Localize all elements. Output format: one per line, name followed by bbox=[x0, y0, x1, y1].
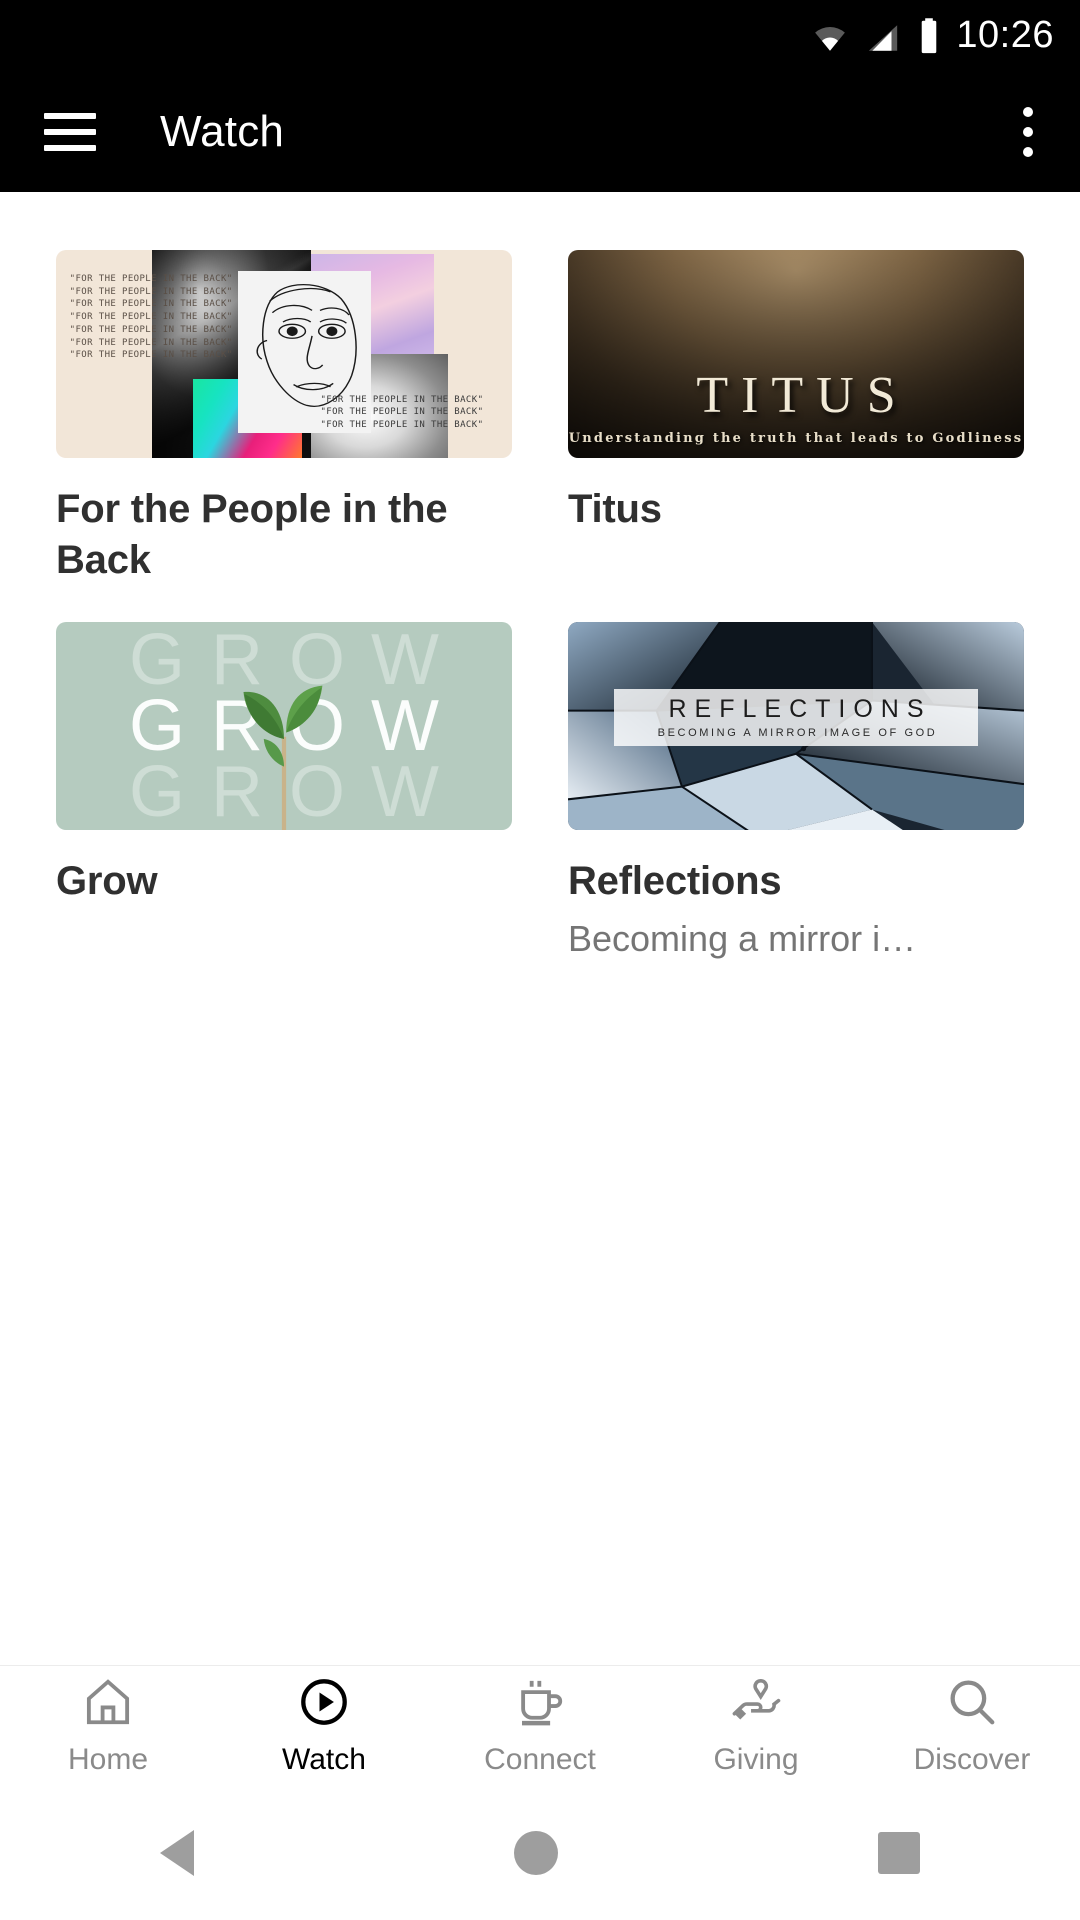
home-icon bbox=[86, 1678, 130, 1724]
app-bar: Watch bbox=[0, 72, 1080, 192]
series-thumbnail: GROW GROW GROW bbox=[56, 622, 512, 831]
more-vertical-icon[interactable] bbox=[1006, 102, 1050, 162]
series-card-subtitle: Becoming a mirror i… bbox=[568, 917, 917, 959]
series-card-titus[interactable]: TITUS Understanding the truth that leads… bbox=[568, 250, 1024, 586]
battery-icon bbox=[922, 18, 937, 54]
nav-item-giving[interactable]: Giving bbox=[648, 1675, 864, 1777]
series-thumbnail: "FOR THE PEOPLE IN THE BACK" "FOR THE PE… bbox=[56, 250, 512, 458]
wifi-icon bbox=[815, 27, 846, 51]
series-grid-row-1: "FOR THE PEOPLE IN THE BACK" "FOR THE PE… bbox=[56, 250, 1024, 586]
bottom-navigation-bar: Home Watch Connect Giving Discover bbox=[0, 1665, 1080, 1785]
nav-label-home: Home bbox=[67, 1742, 149, 1776]
series-thumbnail: TITUS Understanding the truth that leads… bbox=[568, 250, 1024, 458]
series-card-title: Grow bbox=[56, 859, 158, 904]
series-list: "FOR THE PEOPLE IN THE BACK" "FOR THE PE… bbox=[0, 192, 1080, 1665]
collage-text-right: "FOR THE PEOPLE IN THE BACK" "FOR THE PE… bbox=[320, 394, 484, 431]
titus-artwork-heading: TITUS bbox=[696, 367, 909, 424]
nav-item-home[interactable]: Home bbox=[0, 1675, 216, 1777]
nav-label-discover: Discover bbox=[913, 1742, 1031, 1776]
reflections-artwork-heading: REFLECTIONS bbox=[668, 694, 932, 723]
series-card-title: For the People in the Back bbox=[56, 487, 448, 583]
hand-heart-icon bbox=[732, 1678, 781, 1720]
series-grid-row-2: GROW GROW GROW Grow bbox=[56, 586, 1024, 959]
nav-label-connect: Connect bbox=[484, 1742, 596, 1776]
page-title: Watch bbox=[160, 107, 285, 156]
series-card-reflections[interactable]: REFLECTIONS BECOMING A MIRROR IMAGE OF G… bbox=[568, 622, 1024, 959]
series-card-for-the-people-in-the-back[interactable]: "FOR THE PEOPLE IN THE BACK" "FOR THE PE… bbox=[56, 250, 512, 586]
reflections-artwork-band: REFLECTIONS BECOMING A MIRROR IMAGE OF G… bbox=[613, 688, 979, 746]
cellular-signal-icon bbox=[869, 25, 898, 51]
series-card-title: Reflections bbox=[568, 859, 782, 904]
series-thumbnail: REFLECTIONS BECOMING A MIRROR IMAGE OF G… bbox=[568, 622, 1024, 831]
nav-item-connect[interactable]: Connect bbox=[432, 1675, 648, 1777]
coffee-cup-icon bbox=[521, 1680, 563, 1725]
collage-text-left: "FOR THE PEOPLE IN THE BACK" "FOR THE PE… bbox=[69, 273, 233, 361]
series-card-grow[interactable]: GROW GROW GROW Grow bbox=[56, 622, 512, 959]
status-clock: 10:26 bbox=[956, 14, 1054, 56]
search-icon bbox=[950, 1680, 995, 1724]
reflections-artwork-tagline: BECOMING A MIRROR IMAGE OF GOD bbox=[657, 726, 938, 739]
titus-artwork-tagline: Understanding the truth that leads to Go… bbox=[568, 431, 1024, 446]
nav-item-watch[interactable]: Watch bbox=[216, 1675, 432, 1777]
system-navigation-bar bbox=[0, 1785, 1080, 1920]
nav-item-discover[interactable]: Discover bbox=[864, 1675, 1080, 1777]
status-bar: 10:26 bbox=[0, 0, 1080, 72]
series-card-title: Titus bbox=[568, 487, 662, 531]
home-circle-icon[interactable] bbox=[514, 1830, 558, 1875]
play-circle-icon bbox=[301, 1678, 347, 1725]
hamburger-menu-icon[interactable] bbox=[44, 113, 96, 151]
plant-sprout-illustration bbox=[243, 685, 323, 831]
recents-square-icon[interactable] bbox=[878, 1831, 920, 1874]
back-triangle-icon[interactable] bbox=[160, 1829, 194, 1876]
nav-label-watch: Watch bbox=[282, 1742, 366, 1776]
nav-label-giving: Giving bbox=[713, 1742, 799, 1776]
status-icons bbox=[810, 17, 942, 55]
